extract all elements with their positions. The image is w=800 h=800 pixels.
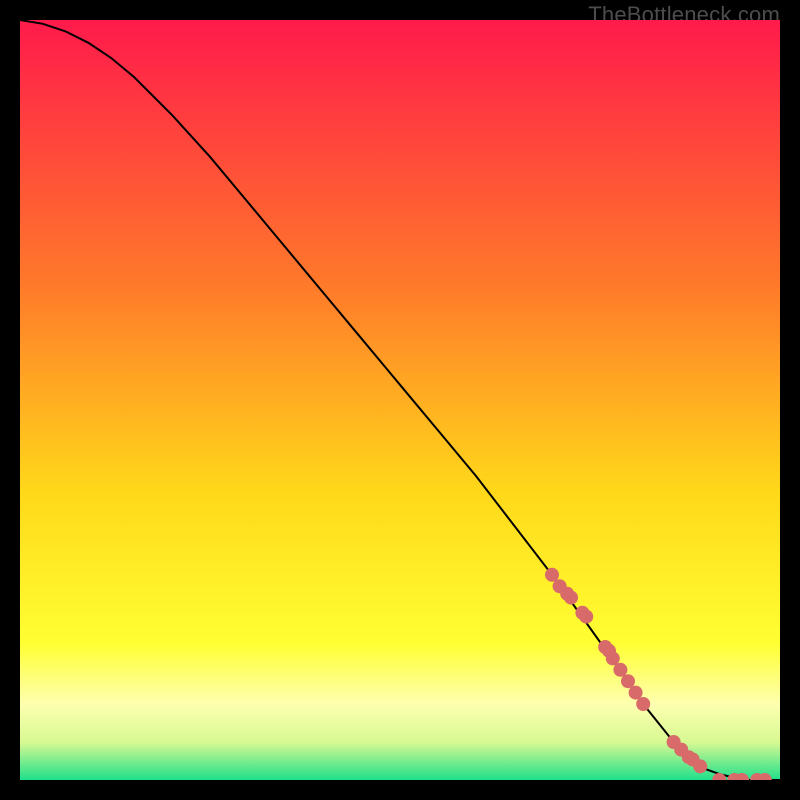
gradient-background <box>20 20 780 780</box>
data-marker <box>621 674 635 688</box>
chart-plot <box>20 20 780 780</box>
data-marker <box>606 651 620 665</box>
chart-frame: TheBottleneck.com <box>0 0 800 800</box>
data-marker <box>579 610 593 624</box>
data-marker <box>693 759 707 773</box>
data-marker <box>564 591 578 605</box>
data-marker <box>629 686 643 700</box>
data-marker <box>613 663 627 677</box>
data-marker <box>636 697 650 711</box>
data-marker <box>545 568 559 582</box>
